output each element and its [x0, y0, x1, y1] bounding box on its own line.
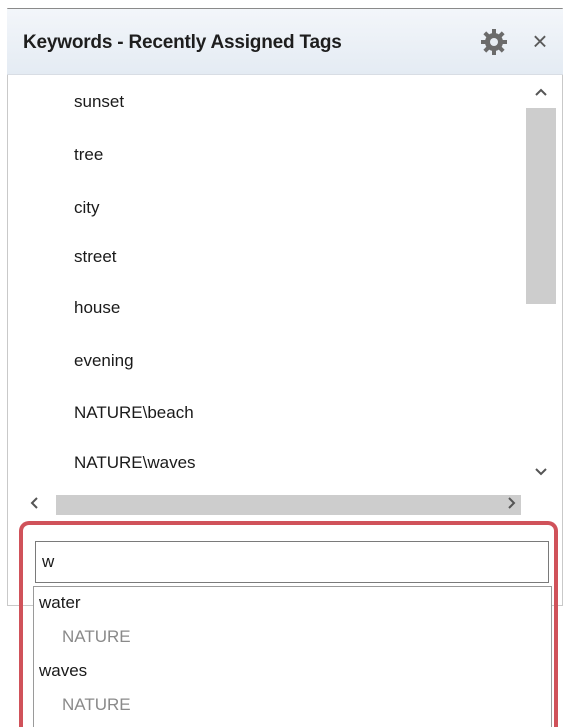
scroll-left-icon[interactable] [22, 490, 48, 516]
horizontal-scrollbar-thumb[interactable] [56, 495, 521, 515]
keyword-item[interactable]: sunset [74, 92, 124, 112]
keyword-item[interactable]: NATURE\waves [74, 453, 196, 473]
keyword-item[interactable]: evening [74, 351, 134, 371]
suggestion-path: NATURE [62, 627, 131, 646]
keyword-item[interactable]: city [74, 198, 100, 218]
scroll-right-icon[interactable] [498, 490, 524, 516]
keyword-search-input[interactable] [35, 541, 549, 583]
keyword-item[interactable]: house [74, 298, 120, 318]
suggestion-path: NATURE [62, 695, 131, 714]
suggestion-item[interactable]: water [39, 593, 81, 613]
keyword-item[interactable]: NATURE\beach [74, 403, 194, 423]
scroll-down-icon[interactable] [526, 460, 556, 484]
gear-icon[interactable] [480, 28, 508, 56]
panel-title: Keywords - Recently Assigned Tags [23, 32, 342, 53]
scroll-up-icon[interactable] [526, 80, 556, 104]
vertical-scrollbar-thumb[interactable] [526, 108, 556, 304]
keyword-item[interactable]: tree [74, 145, 103, 165]
close-icon[interactable]: × [528, 28, 552, 54]
suggestion-item[interactable]: waves [39, 661, 87, 681]
keyword-item[interactable]: street [74, 247, 117, 267]
